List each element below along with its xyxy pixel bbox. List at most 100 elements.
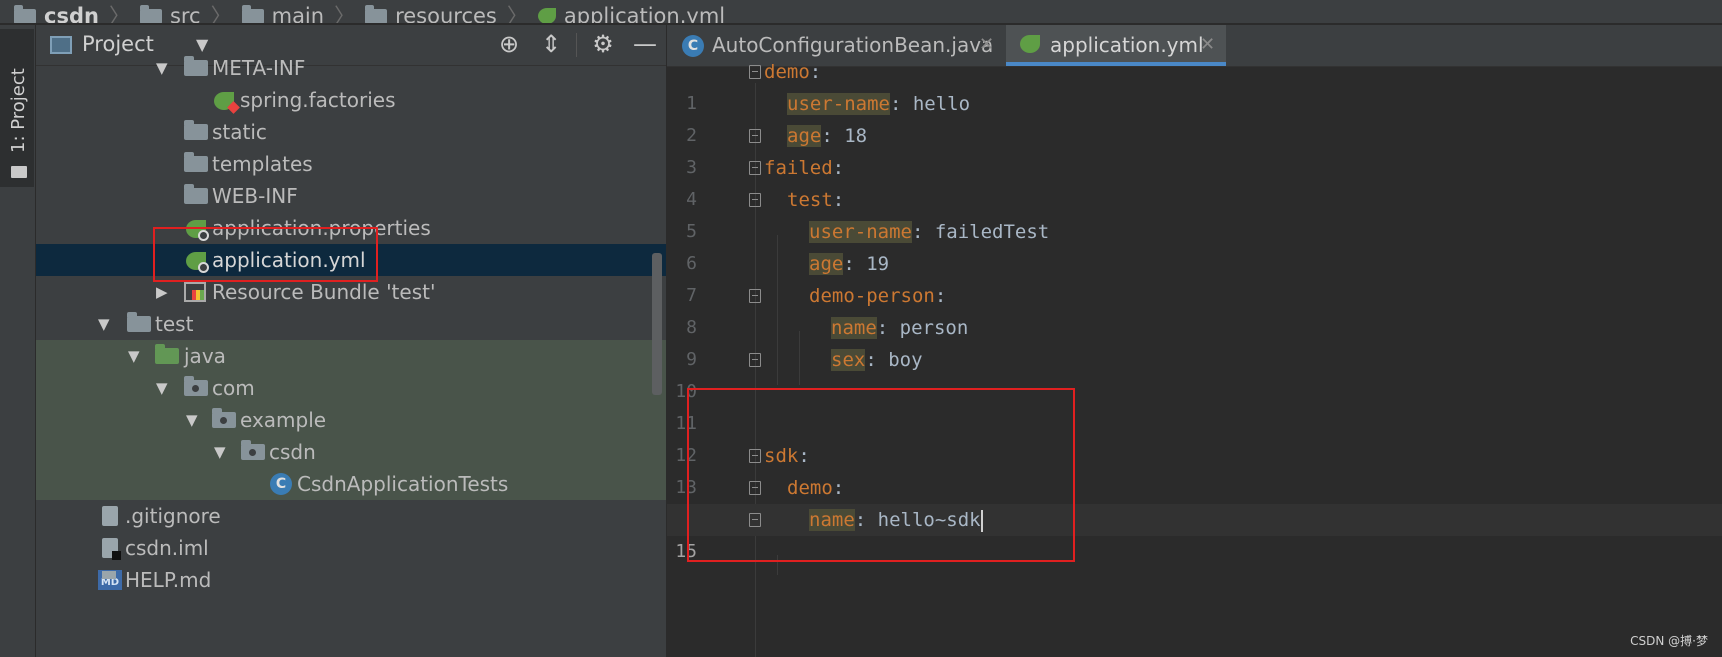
folder-icon [184,56,208,76]
code-line: 8 demo-person: [667,280,1722,338]
tree-item-templates[interactable]: templates [36,148,666,180]
fold-marker-icon[interactable] [749,289,761,303]
code-line: 10 sex: boy [667,344,1722,402]
yaml-value: 18 [844,125,868,147]
breadcrumb-item-csdn[interactable]: csdn [14,3,99,23]
tree-item-label: templates [212,152,313,176]
yaml-separator: : [934,285,947,307]
tree-item-csdn[interactable]: ▼ csdn [36,436,666,468]
tree-item-meta-inf[interactable]: ▼ META-INF [36,52,666,84]
tree-item-label: test [155,312,194,336]
tree-item-label: example [240,408,327,432]
yaml-separator: : [821,125,845,147]
yaml-value: 19 [866,253,890,275]
yaml-key: user-name [809,221,912,243]
chevron-down-icon[interactable]: ▼ [214,436,226,468]
tree-item-com[interactable]: ▼ com [36,372,666,404]
breadcrumb-item-src[interactable]: src [139,3,201,23]
resources-folder-icon [365,4,388,23]
chevron-down-icon[interactable]: ▼ [156,372,168,404]
yaml-key: user-name [787,93,890,115]
module-folder-icon [14,4,36,23]
breadcrumb-separator: 〉 [108,4,130,24]
spring-config-icon [1020,35,1040,53]
yaml-key: age [809,253,844,275]
project-tree-scrollbar[interactable] [652,253,662,395]
chevron-down-icon[interactable]: ▼ [186,404,198,436]
tree-item-spring-factories[interactable]: spring.factories [36,84,666,116]
tree-item-label: WEB-INF [212,184,298,208]
yaml-key: sex [831,349,866,371]
tree-item-csdn-application-tests[interactable]: C CsdnApplicationTests [36,468,666,500]
tree-item-label: META-INF [212,56,306,80]
tree-item-gitignore[interactable]: .gitignore [36,500,666,532]
yaml-key: test [787,189,833,211]
test-source-folder-icon [155,344,179,364]
annotation-box-sdk-config [687,388,1075,562]
tree-item-label: csdn [269,440,316,464]
fold-marker-icon[interactable] [749,129,761,143]
tree-item-csdn-iml[interactable]: csdn.iml [36,532,666,564]
yaml-separator: : [889,93,913,115]
folder-icon [184,152,208,172]
package-icon [184,376,208,396]
fold-marker-icon[interactable] [749,65,761,79]
yaml-separator: : [832,157,845,179]
package-icon [212,408,236,428]
yaml-value: boy [888,349,923,371]
resource-bundle-icon [184,282,206,302]
yaml-key: demo-person [809,285,935,307]
tree-item-web-inf[interactable]: WEB-INF [36,180,666,212]
breadcrumb-item-resources[interactable]: resources [365,3,497,23]
code-line: 2 user-name: hello [667,88,1722,146]
fold-marker-icon[interactable] [749,193,761,207]
breadcrumb-item-application-yml[interactable]: application.yml [537,3,725,23]
project-panel: Project ▼ ⊕ ⇕ ⚙ — ▼ META-INF spring.fact… [36,25,666,657]
tree-item-label: csdn.iml [125,536,209,560]
breadcrumb-item-main[interactable]: main [241,3,324,23]
tree-item-label: HELP.md [125,568,212,592]
class-icon: C [682,35,704,57]
project-tool-button[interactable]: 1: Project [0,29,34,187]
tree-item-example[interactable]: ▼ example [36,404,666,436]
spring-leaf-icon [214,92,234,110]
tree-item-java[interactable]: ▼ java [36,340,666,372]
yaml-separator: : [843,253,867,275]
folder-icon [241,4,264,23]
folder-icon [139,4,162,23]
code-line: 7 age: 19 [667,248,1722,306]
yaml-value: failedTest [934,221,1050,243]
spring-config-icon [537,8,556,23]
yaml-value: person [899,317,969,339]
yaml-separator: : [911,221,935,243]
yaml-separator: : [876,317,900,339]
watermark: CSDN @搏·梦 [1630,634,1708,648]
code-line: 9 name: person [667,312,1722,370]
tree-item-help-md[interactable]: MD HELP.md [36,564,666,596]
code-line: 1 demo: [667,56,1722,114]
fold-marker-icon[interactable] [749,353,761,367]
breadcrumb: csdn 〉 src 〉 main 〉 resources 〉 applicat… [0,0,1722,24]
tree-item-test[interactable]: ▼ test [36,308,666,340]
code-line: 5 test: [667,184,1722,242]
folder-icon [184,184,208,204]
yaml-key: name [831,317,877,339]
breadcrumb-separator: 〉 [506,4,528,24]
yaml-separator: : [832,189,845,211]
fold-marker-icon[interactable] [749,161,761,175]
tree-item-label: java [184,344,226,368]
yaml-key: demo [764,61,810,83]
tree-item-label: CsdnApplicationTests [297,472,509,496]
annotation-box-application-yml [153,227,378,282]
folder-icon [184,120,208,140]
class-icon: C [270,473,292,495]
code-line: 6 user-name: failedTest [667,216,1722,274]
chevron-down-icon[interactable]: ▼ [128,340,140,372]
tree-item-static[interactable]: static [36,116,666,148]
breadcrumb-separator: 〉 [334,4,356,24]
chevron-down-icon[interactable]: ▼ [98,308,110,340]
tool-window-strip: 1: Project [0,25,36,657]
chevron-down-icon[interactable]: ▼ [156,52,168,84]
editor-pane: C AutoConfigurationBean.java ✕ applicati… [667,25,1722,657]
project-tool-label: 1: Project [8,68,29,153]
